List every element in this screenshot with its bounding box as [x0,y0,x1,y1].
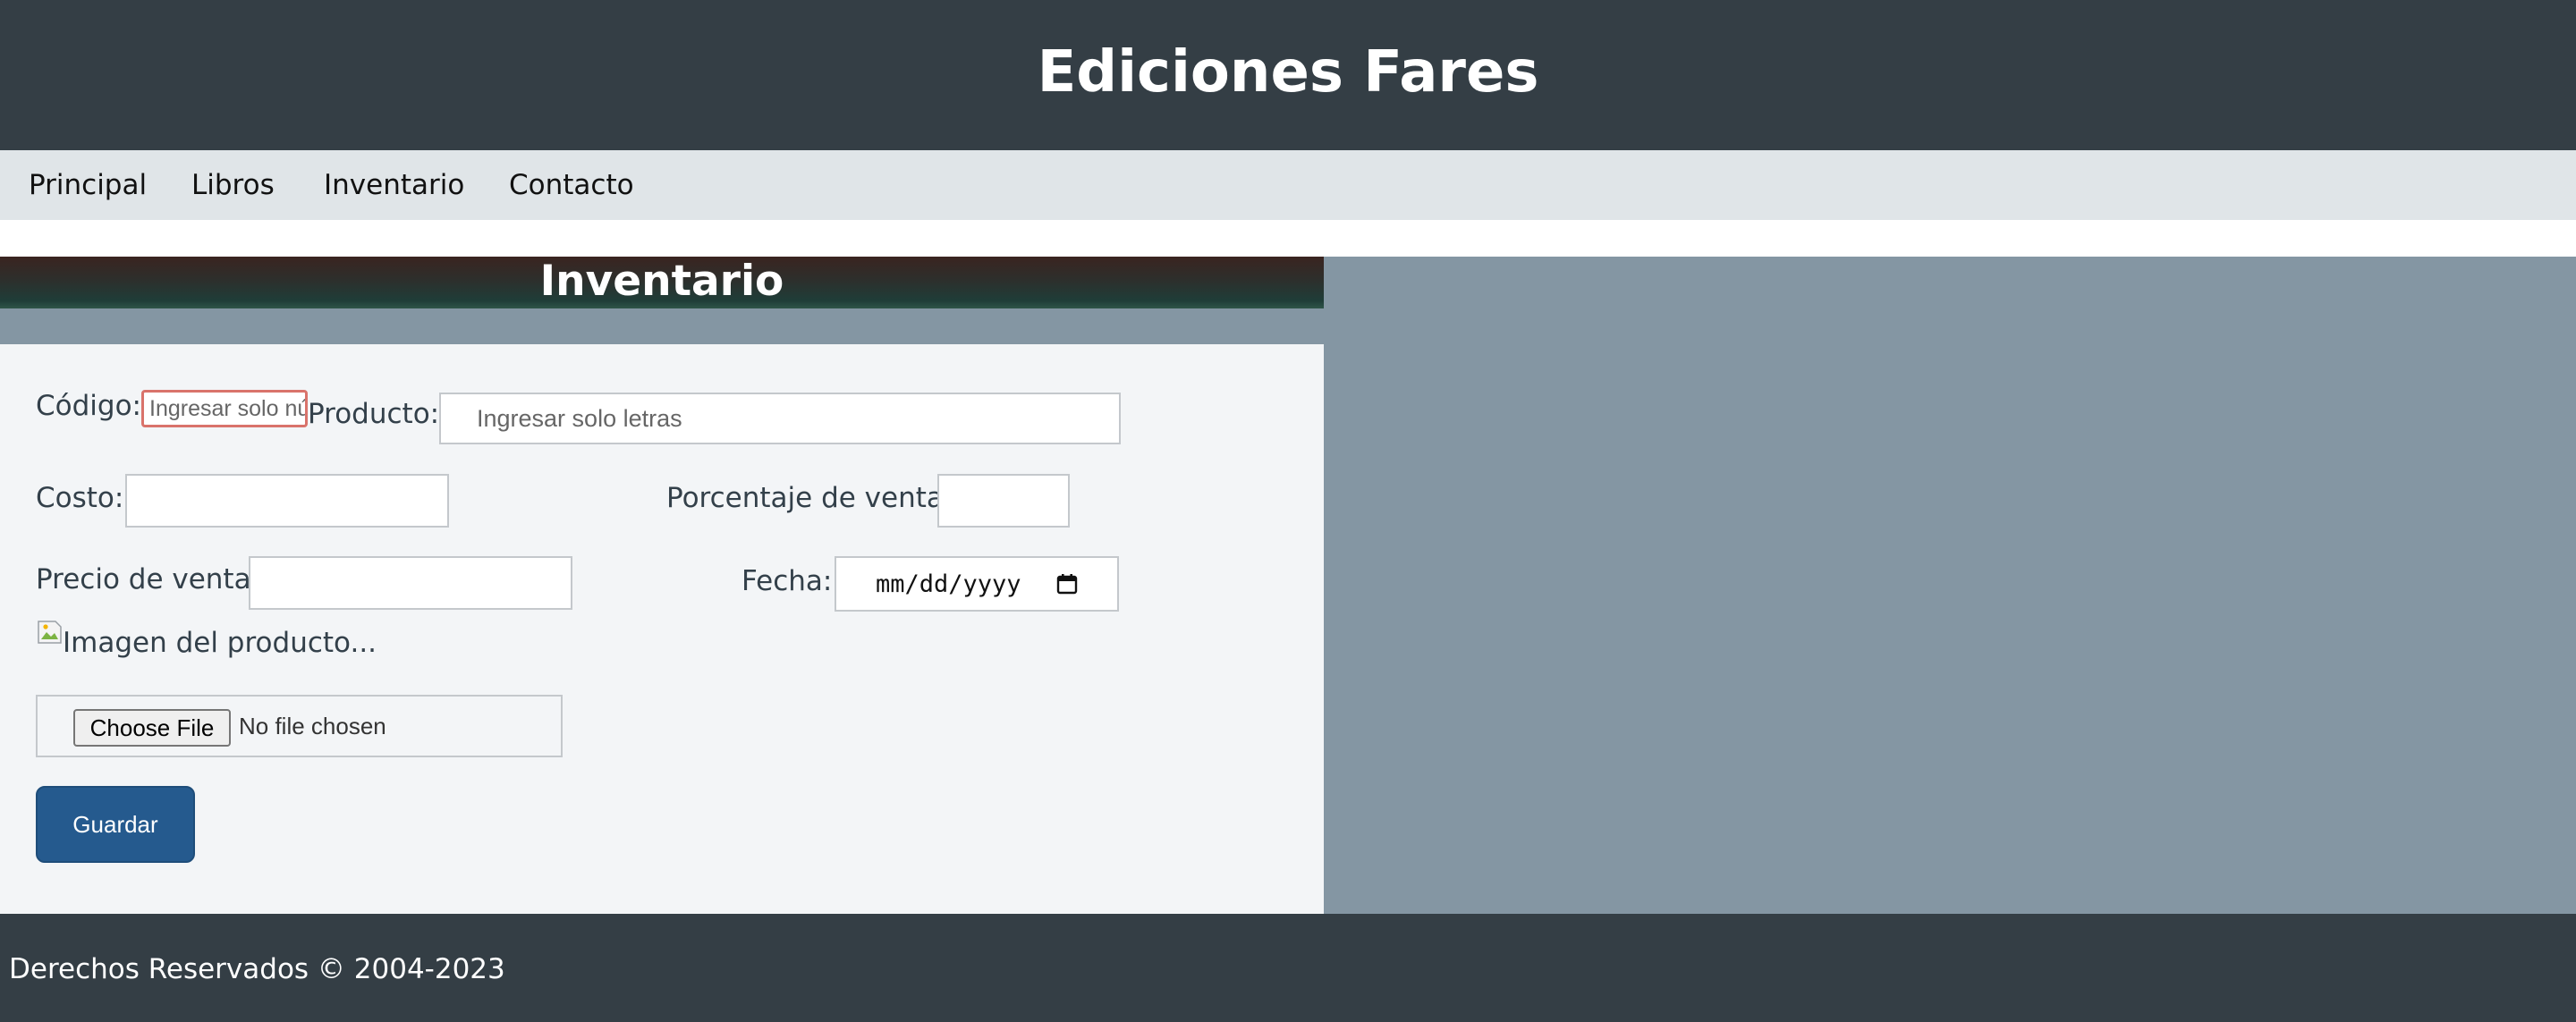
codigo-input[interactable] [141,390,308,427]
costo-label: Costo: [36,482,124,514]
site-footer: Derechos Reservados © 2004-2023 [0,914,2576,1022]
fecha-input[interactable]: mm/dd/yyyy [835,556,1119,612]
fecha-value: mm/dd/yyyy [876,570,1021,598]
broken-image-icon [36,618,64,646]
file-status: No file chosen [239,713,386,739]
codigo-label: Código: [36,390,141,422]
nav-item-contacto[interactable]: Contacto [509,169,634,201]
product-image-alt: Imagen del producto... [63,627,377,659]
inventory-title-bar: Inventario [0,257,1324,308]
producto-label: Producto: [308,398,440,430]
main-nav: Principal Libros Inventario Contacto [0,150,2576,220]
precio-input[interactable] [249,556,572,610]
porcentaje-input[interactable] [937,474,1070,528]
site-title: Ediciones Fares [1037,39,1539,106]
footer-copyright: Derechos Reservados © 2004-2023 [9,953,505,985]
inventory-title-band [0,308,1324,344]
product-image: Imagen del producto... [36,621,377,659]
nav-item-principal[interactable]: Principal [29,169,147,201]
calendar-icon[interactable] [1056,573,1078,595]
save-button[interactable]: Guardar [36,786,195,863]
fecha-label: Fecha: [741,565,833,597]
costo-input[interactable] [125,474,449,528]
porcentaje-label: Porcentaje de venta: [666,482,953,514]
side-panel [1324,257,2576,914]
site-header: Ediciones Fares [0,0,2576,150]
nav-item-libros[interactable]: Libros [191,169,275,201]
inventory-section: Inventario Código: Producto: Costo: Porc… [0,257,1324,914]
choose-file-button[interactable]: Choose File [73,709,231,747]
precio-label: Precio de venta: [36,563,261,595]
nav-item-inventario[interactable]: Inventario [324,169,464,201]
producto-input[interactable] [439,393,1121,444]
inventory-title: Inventario [539,256,784,306]
file-upload: Choose File No file chosen [36,695,563,757]
